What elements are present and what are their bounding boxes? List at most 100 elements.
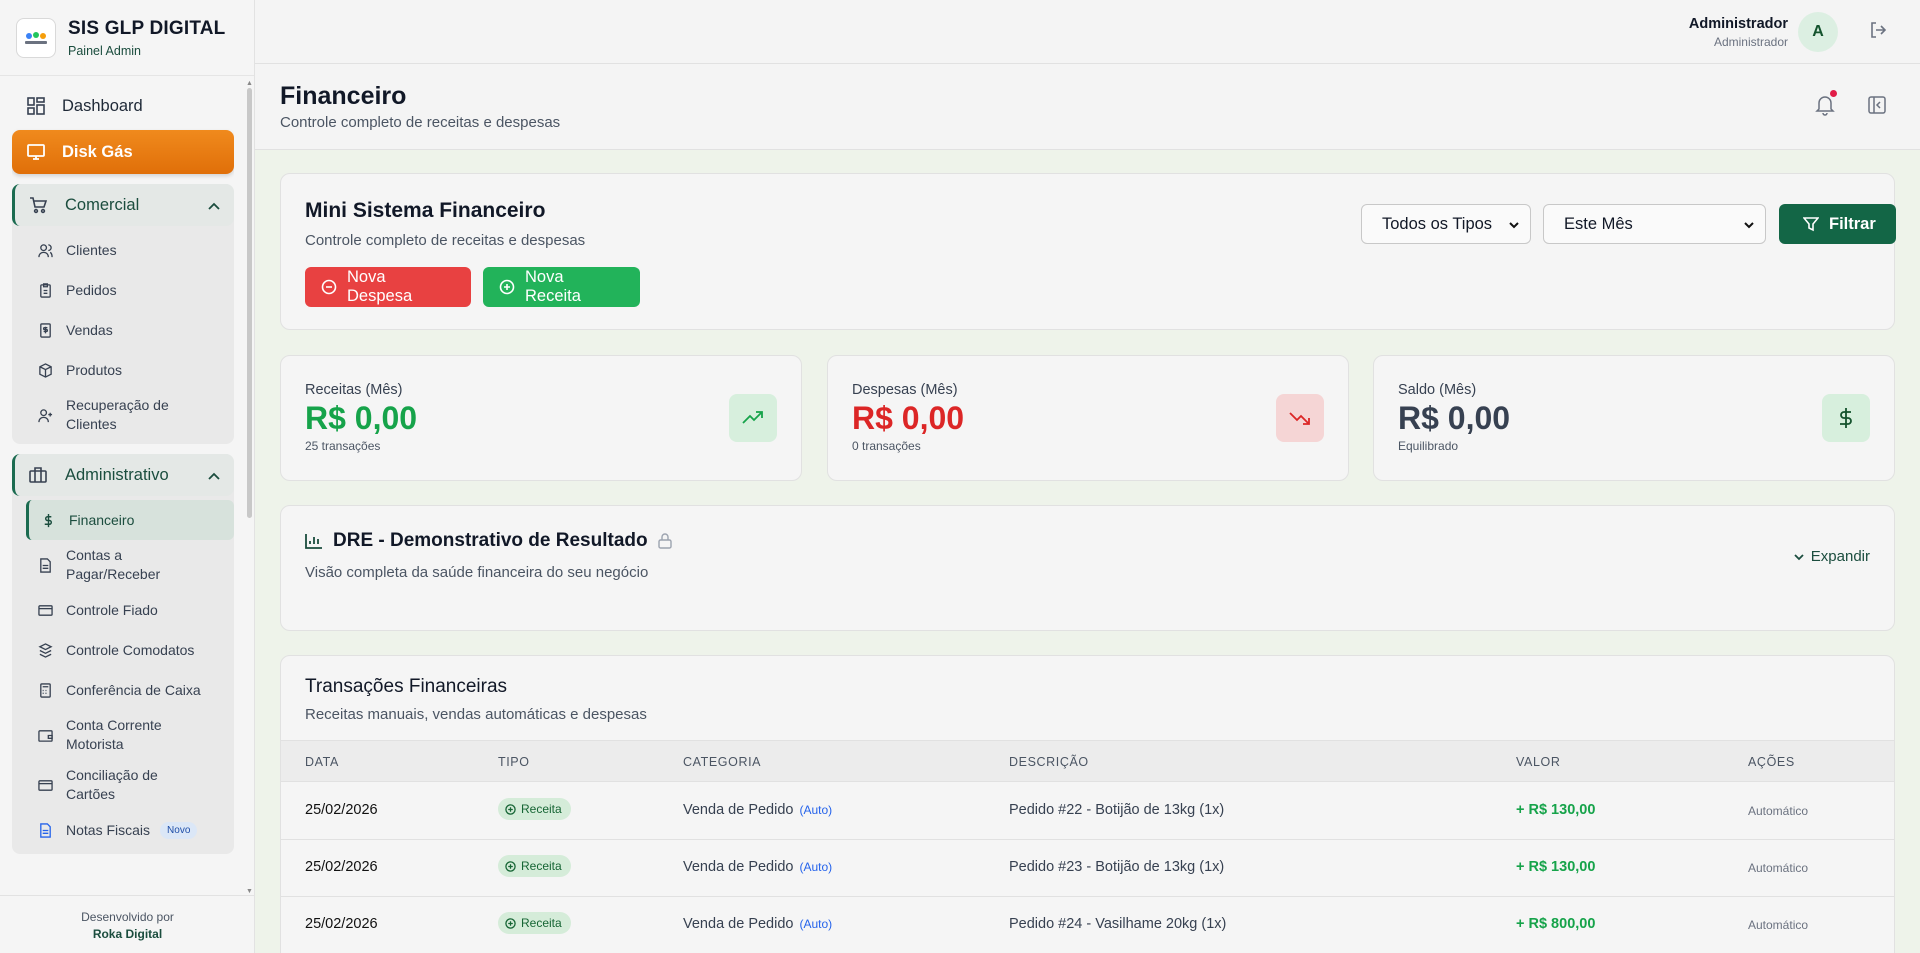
cell-date: 25/02/2026: [305, 916, 378, 932]
scroll-down-icon[interactable]: ▼: [246, 888, 253, 895]
column-header-data[interactable]: DATA: [305, 755, 339, 769]
expand-label: Expandir: [1810, 548, 1870, 565]
period-filter-select[interactable]: Este Mês: [1543, 204, 1766, 244]
main-content: Mini Sistema Financeiro Controle complet…: [255, 150, 1920, 953]
avatar[interactable]: A: [1798, 12, 1838, 52]
stat-note: 25 transações: [305, 439, 381, 453]
type-badge: Receita: [498, 798, 571, 820]
sidebar-group-toggle-comercial[interactable]: Comercial: [12, 184, 234, 226]
sidebar-item-conta-corrente-motorista[interactable]: Conta Corrente Motorista: [26, 710, 234, 760]
button-label: Nova Receita: [525, 268, 581, 305]
sidebar-group-toggle-administrativo[interactable]: Administrativo: [12, 454, 234, 496]
column-header-valor[interactable]: VALOR: [1516, 755, 1560, 769]
sidebar-group-label: Administrativo: [65, 465, 169, 484]
table-row[interactable]: 25/02/2026 Receita Venda de Pedido (Auto)…: [281, 897, 1894, 953]
sidebar-item-financeiro[interactable]: Financeiro: [26, 500, 234, 540]
type-badge-label: Receita: [521, 916, 562, 930]
scroll-up-icon[interactable]: ▲: [246, 80, 253, 87]
table-header: DATA TIPO CATEGORIA DESCRIÇÃO VALOR AÇÕE…: [281, 740, 1894, 782]
sidebar-item-notas-fiscais[interactable]: Notas Fiscais Novo: [26, 810, 234, 850]
sidebar: SIS GLP DIGITAL Painel Admin Dashboard D…: [0, 0, 255, 953]
scrollbar-thumb[interactable]: [247, 88, 252, 518]
type-badge: Receita: [498, 912, 571, 934]
users-icon: [38, 243, 54, 258]
stat-card-despesas: Despesas (Mês) R$ 0,00 0 transações: [827, 355, 1349, 481]
filter-button[interactable]: Filtrar: [1779, 204, 1896, 244]
bar-chart-icon: [305, 533, 323, 554]
auto-tag: (Auto): [799, 803, 833, 817]
new-expense-button[interactable]: Nova Despesa: [305, 267, 471, 307]
sidebar-item-conciliacao-cartoes[interactable]: Conciliação de Cartões: [26, 760, 234, 810]
package-icon: [38, 362, 54, 378]
cell-action: Automático: [1748, 804, 1809, 818]
new-income-button[interactable]: Nova Receita: [483, 267, 640, 307]
stat-note: Equilibrado: [1398, 439, 1459, 453]
expand-button[interactable]: Expandir: [1793, 548, 1870, 565]
sidebar-item-label: Controle Comodatos: [66, 642, 195, 658]
auto-tag: (Auto): [799, 917, 833, 931]
page-header: Financeiro Controle completo de receitas…: [255, 64, 1920, 150]
stat-value: R$ 0,00: [305, 400, 418, 436]
sidebar-item-contas[interactable]: Contas a Pagar/Receber: [26, 540, 234, 590]
stat-card-receitas: Receitas (Mês) R$ 0,00 25 transações: [280, 355, 802, 481]
stat-card-saldo: Saldo (Mês) R$ 0,00 Equilibrado: [1373, 355, 1895, 481]
logo: [16, 17, 56, 58]
sidebar-item-label: Disk Gás: [62, 142, 133, 161]
column-header-tipo[interactable]: TIPO: [498, 755, 530, 769]
sidebar-item-label: Conferência de Caixa: [66, 682, 201, 698]
sidebar-item-produtos[interactable]: Produtos: [26, 350, 234, 390]
type-filter-select[interactable]: Todos os Tipos: [1361, 204, 1531, 244]
mini-financial-card: Mini Sistema Financeiro Controle complet…: [280, 173, 1896, 330]
panel-collapse-icon[interactable]: [1867, 95, 1887, 120]
user-info: Administrador Administrador: [1689, 16, 1788, 49]
cell-date: 25/02/2026: [305, 802, 378, 818]
sidebar-item-vendas[interactable]: Vendas: [26, 310, 234, 350]
transactions-card: Transações Financeiras Receitas manuais,…: [280, 655, 1895, 953]
sidebar-item-controle-fiado[interactable]: Controle Fiado: [26, 590, 234, 630]
logout-icon[interactable]: [1868, 20, 1888, 45]
sidebar-item-pedidos[interactable]: Pedidos: [26, 270, 234, 310]
sidebar-item-controle-comodatos[interactable]: Controle Comodatos: [26, 630, 234, 670]
chevron-down-icon: [1743, 217, 1755, 236]
sidebar-item-dashboard[interactable]: Dashboard: [12, 84, 234, 128]
column-header-descricao[interactable]: DESCRIÇÃO: [1009, 755, 1089, 769]
sidebar-item-label: Contas a Pagar/Receber: [66, 547, 161, 582]
cell-value: + R$ 800,00: [1516, 916, 1596, 932]
credit-card-icon: [38, 603, 54, 618]
cell-description: Pedido #23 - Botijão de 13kg (1x): [1009, 859, 1225, 875]
stat-value: R$ 0,00: [852, 400, 965, 436]
cell-date: 25/02/2026: [305, 859, 378, 875]
notification-dot: [1830, 90, 1837, 97]
footer-credit: Desenvolvido por: [81, 910, 174, 924]
chevron-up-icon: [208, 466, 220, 485]
new-badge: Novo: [160, 821, 198, 839]
type-badge-label: Receita: [521, 802, 562, 816]
sidebar-item-clientes[interactable]: Clientes: [26, 230, 234, 270]
table-row[interactable]: 25/02/2026 Receita Venda de Pedido (Auto)…: [281, 783, 1894, 840]
table-row[interactable]: 25/02/2026 Receita Venda de Pedido (Auto)…: [281, 840, 1894, 897]
dre-title-text: DRE - Demonstrativo de Resultado: [333, 530, 648, 551]
button-label: Filtrar: [1829, 214, 1876, 233]
plus-circle-icon: [505, 917, 516, 929]
briefcase-icon: [29, 466, 49, 484]
plus-circle-icon: [499, 279, 515, 295]
brand: SIS GLP DIGITAL Painel Admin: [0, 0, 254, 76]
type-badge: Receita: [498, 855, 571, 877]
category-text: Venda de Pedido: [683, 859, 794, 875]
sidebar-footer: Desenvolvido por Roka Digital: [0, 895, 255, 953]
category-text: Venda de Pedido: [683, 916, 794, 932]
receipt-dollar-icon: [38, 322, 54, 338]
sidebar-item-disk-gas[interactable]: Disk Gás: [12, 130, 234, 174]
card-title: Mini Sistema Financeiro: [305, 199, 546, 222]
sidebar-item-recuperacao-clientes[interactable]: Recuperação de Clientes: [26, 390, 234, 440]
sidebar-scrollbar[interactable]: ▲ ▼: [245, 80, 253, 895]
column-header-categoria[interactable]: CATEGORIA: [683, 755, 761, 769]
column-header-acoes[interactable]: AÇÕES: [1748, 755, 1795, 769]
bell-icon[interactable]: [1815, 90, 1837, 121]
chevron-up-icon: [208, 196, 220, 215]
sidebar-item-label: Conciliação de Cartões: [66, 767, 158, 802]
document-icon: [38, 557, 54, 573]
lock-icon: [657, 533, 672, 549]
sidebar-item-conferencia-caixa[interactable]: Conferência de Caixa: [26, 670, 234, 710]
sidebar-item-label: Pedidos: [66, 282, 117, 298]
